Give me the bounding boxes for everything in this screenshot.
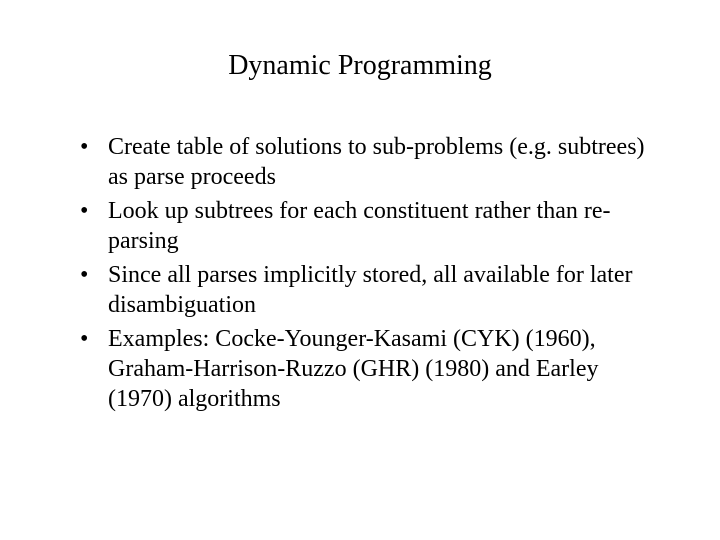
list-item: Look up subtrees for each constituent ra… [80, 196, 660, 256]
list-item: Since all parses implicitly stored, all … [80, 260, 660, 320]
slide: Dynamic Programming Create table of solu… [0, 0, 720, 540]
slide-title: Dynamic Programming [60, 50, 660, 82]
list-item: Create table of solutions to sub-problem… [80, 132, 660, 192]
bullet-list: Create table of solutions to sub-problem… [60, 132, 660, 414]
list-item: Examples: Cocke-Younger-Kasami (CYK) (19… [80, 324, 660, 414]
